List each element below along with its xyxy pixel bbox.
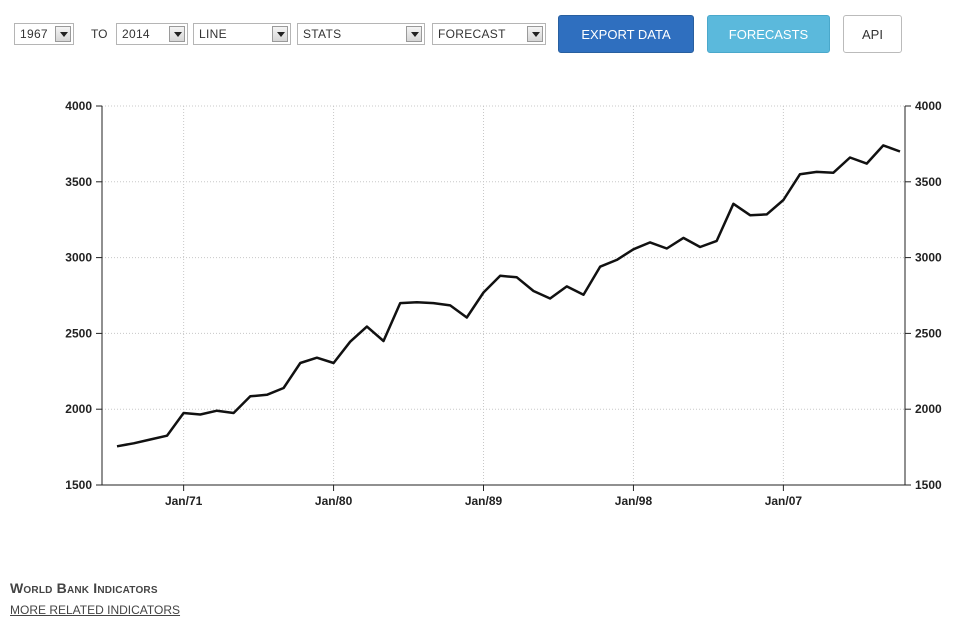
y-tick-label-left: 1500 <box>65 478 92 492</box>
y-tick-label-left: 3500 <box>65 175 92 189</box>
y-tick-label-right: 2000 <box>915 402 942 416</box>
y-tick-label-left: 4000 <box>65 99 92 113</box>
chart-toolbar: 1967 TO 2014 LINE STATS FORECAST EXPORT … <box>14 15 964 55</box>
y-tick-label-right: 3000 <box>915 251 942 265</box>
chevron-down-icon <box>272 26 288 42</box>
x-tick-label: Jan/89 <box>465 494 503 508</box>
y-tick-label-left: 3000 <box>65 251 92 265</box>
line-chart: 1500 1500 2000 2000 2500 2500 3000 3000 3500 3500… <box>65 99 942 508</box>
from-year-select[interactable]: 1967 <box>14 23 74 45</box>
y-tick-label-left: 2500 <box>65 326 92 340</box>
chevron-down-icon <box>55 26 71 42</box>
chevron-down-icon <box>169 26 185 42</box>
y-tick-label-left: 2000 <box>65 402 92 416</box>
stats-select[interactable]: STATS <box>297 23 425 45</box>
forecast-value: FORECAST <box>438 27 506 41</box>
more-related-indicators-link[interactable]: MORE RELATED INDICATORS <box>10 603 180 617</box>
world-bank-indicators-heading: World Bank Indicators <box>10 580 158 596</box>
chevron-down-icon <box>406 26 422 42</box>
series-line <box>116 144 901 448</box>
x-tick-label: Jan/71 <box>165 494 203 508</box>
y-tick-label-right: 2500 <box>915 326 942 340</box>
chart-type-value: LINE <box>199 27 227 41</box>
api-button[interactable]: API <box>843 15 902 53</box>
forecast-select[interactable]: FORECAST <box>432 23 546 45</box>
x-tick-label: Jan/98 <box>615 494 653 508</box>
stats-value: STATS <box>303 27 342 41</box>
range-separator: TO <box>91 27 108 41</box>
from-year-value: 1967 <box>20 27 48 41</box>
x-tick-label: Jan/80 <box>315 494 353 508</box>
y-tick-label-right: 1500 <box>915 478 942 492</box>
to-year-value: 2014 <box>122 27 150 41</box>
y-tick-label-right: 3500 <box>915 175 942 189</box>
to-year-select[interactable]: 2014 <box>116 23 188 45</box>
y-tick-label-right: 4000 <box>915 99 942 113</box>
x-tick-label: Jan/07 <box>765 494 803 508</box>
export-data-button[interactable]: EXPORT DATA <box>558 15 694 53</box>
forecasts-button[interactable]: FORECASTS <box>707 15 830 53</box>
chevron-down-icon <box>527 26 543 42</box>
chart-type-select[interactable]: LINE <box>193 23 291 45</box>
